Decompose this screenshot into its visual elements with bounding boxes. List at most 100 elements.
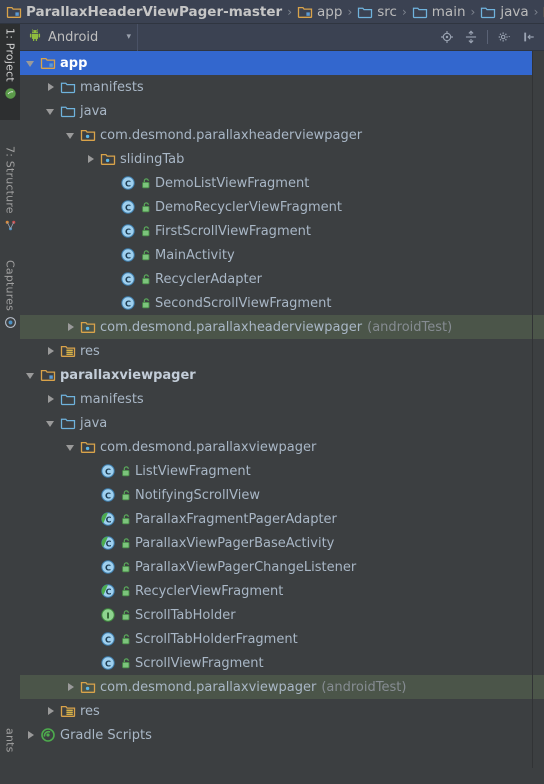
- tree-row[interactable]: res: [20, 699, 544, 723]
- tree-row-label: ListViewFragment: [135, 463, 251, 479]
- tree-row-label: DemoListViewFragment: [155, 175, 310, 191]
- hide-panel-icon[interactable]: [521, 30, 536, 45]
- tree-row[interactable]: C ScrollViewFragment: [20, 651, 544, 675]
- tree-row-label: ScrollTabHolderFragment: [135, 631, 298, 647]
- chevron-down-icon[interactable]: ▾: [126, 32, 131, 42]
- class-icon: C: [121, 224, 135, 238]
- tree-row[interactable]: C MainActivity: [20, 243, 544, 267]
- breadcrumb-item-app[interactable]: app: [297, 0, 342, 23]
- breadcrumb-separator: ›: [287, 4, 293, 19]
- breadcrumb-item-label: main: [431, 3, 466, 20]
- svg-text:I: I: [106, 610, 109, 620]
- tree-row-label: ScrollViewFragment: [135, 655, 264, 671]
- chevron-down-icon[interactable]: [46, 418, 57, 429]
- tree-row[interactable]: java: [20, 99, 544, 123]
- public-badge-icon: [142, 202, 150, 213]
- breadcrumb-separator: ›: [533, 4, 539, 19]
- tool-window-tab-ants[interactable]: ants: [0, 724, 20, 784]
- tree-row-label: DemoRecyclerViewFragment: [155, 199, 342, 215]
- breadcrumb-item-label: java: [500, 3, 529, 20]
- breadcrumb-item-main[interactable]: main: [412, 0, 466, 23]
- tree-row[interactable]: C SecondScrollViewFragment: [20, 291, 544, 315]
- tree-row[interactable]: I ScrollTabHolder: [20, 603, 544, 627]
- abstract-class-icon: C: [101, 512, 115, 526]
- tree-row-label: ParallaxViewPagerBaseActivity: [135, 535, 335, 551]
- tree-row[interactable]: com.desmond.parallaxviewpager (androidTes…: [20, 675, 544, 699]
- folder-icon: [60, 106, 76, 118]
- chevron-right-icon[interactable]: [66, 682, 77, 693]
- chevron-down-icon[interactable]: [26, 370, 37, 381]
- chevron-right-icon[interactable]: [46, 346, 57, 357]
- tree-row[interactable]: C DemoRecyclerViewFragment: [20, 195, 544, 219]
- folder-icon: [358, 7, 373, 18]
- tree-row[interactable]: res: [20, 339, 544, 363]
- tool-window-tab-1-project[interactable]: 1: Project: [0, 24, 20, 120]
- tree-row-label: RecyclerViewFragment: [135, 583, 284, 599]
- tree-scroll-gutter[interactable]: [532, 51, 544, 768]
- project-view-selector[interactable]: Android ▾: [20, 23, 138, 51]
- svg-text:C: C: [105, 490, 111, 500]
- breadcrumb-item-java[interactable]: java: [480, 0, 529, 23]
- tree-row-label: res: [80, 343, 100, 359]
- breadcrumb-item-src[interactable]: src: [357, 0, 397, 23]
- tree-row-label: com.desmond.parallaxheaderviewpager: [100, 127, 363, 143]
- tree-row[interactable]: Gradle Scripts: [20, 723, 544, 747]
- tree-row[interactable]: manifests: [20, 75, 544, 99]
- project-tree[interactable]: app manifests java com.desmond.parallaxhead…: [20, 51, 544, 768]
- structure-icon: [5, 220, 15, 231]
- package-folder-icon: [80, 441, 96, 453]
- tree-row[interactable]: C ParallaxViewPagerBaseActivity: [20, 531, 544, 555]
- folder-icon: [60, 82, 76, 94]
- chevron-down-icon[interactable]: [46, 106, 57, 117]
- public-badge-icon: [122, 538, 130, 549]
- tree-row[interactable]: C RecyclerAdapter: [20, 267, 544, 291]
- tool-window-tab-7-structure[interactable]: 7: Structure: [0, 142, 20, 242]
- tree-row[interactable]: C RecyclerViewFragment: [20, 579, 544, 603]
- breadcrumb-item-label: src: [377, 3, 397, 20]
- chevron-right-icon[interactable]: [46, 82, 57, 93]
- tree-row[interactable]: app: [20, 51, 544, 75]
- chevron-down-icon[interactable]: [66, 442, 77, 453]
- gradle-icon: [41, 728, 55, 742]
- tree-row-label: Gradle Scripts: [60, 727, 152, 743]
- tree-row[interactable]: C FirstScrollViewFragment: [20, 219, 544, 243]
- settings-gear-icon[interactable]: [497, 30, 512, 45]
- abstract-class-icon: C: [101, 536, 115, 550]
- tree-row[interactable]: slidingTab: [20, 147, 544, 171]
- chevron-right-icon[interactable]: [46, 394, 57, 405]
- chevron-right-icon[interactable]: [66, 322, 77, 333]
- tree-row[interactable]: C DemoListViewFragment: [20, 171, 544, 195]
- chevron-down-icon[interactable]: [26, 58, 37, 69]
- gutter-test-marker: [533, 675, 544, 699]
- project-icon: [4, 88, 16, 99]
- tree-row[interactable]: com.desmond.parallaxviewpager: [20, 435, 544, 459]
- package-folder-icon: [80, 129, 96, 141]
- tool-window-tab-captures[interactable]: Captures: [0, 256, 20, 338]
- chevron-down-icon[interactable]: [66, 130, 77, 141]
- public-badge-icon: [122, 562, 130, 573]
- tree-row[interactable]: C ParallaxFragmentPagerAdapter: [20, 507, 544, 531]
- tree-row[interactable]: C ScrollTabHolderFragment: [20, 627, 544, 651]
- tree-row[interactable]: C ParallaxViewPagerChangeListener: [20, 555, 544, 579]
- tree-row[interactable]: com.desmond.parallaxheaderviewpager: [20, 123, 544, 147]
- breadcrumb-item-parallaxheaderviewpager-master[interactable]: ParallaxHeaderViewPager-master: [6, 0, 282, 23]
- tree-row[interactable]: java: [20, 411, 544, 435]
- locate-target-icon[interactable]: [439, 30, 454, 45]
- svg-text:C: C: [125, 274, 131, 284]
- tree-row[interactable]: C NotifyingScrollView: [20, 483, 544, 507]
- collapse-all-icon[interactable]: [463, 30, 478, 45]
- tree-row[interactable]: manifests: [20, 387, 544, 411]
- svg-text:C: C: [125, 178, 131, 188]
- tree-row[interactable]: com.desmond.parallaxheaderviewpager (andr…: [20, 315, 544, 339]
- module-folder-icon: [40, 57, 56, 69]
- tree-row[interactable]: C ListViewFragment: [20, 459, 544, 483]
- tree-row[interactable]: parallaxviewpager: [20, 363, 544, 387]
- chevron-right-icon[interactable]: [26, 730, 37, 741]
- chevron-right-icon[interactable]: [86, 154, 97, 165]
- chevron-right-icon[interactable]: [46, 706, 57, 717]
